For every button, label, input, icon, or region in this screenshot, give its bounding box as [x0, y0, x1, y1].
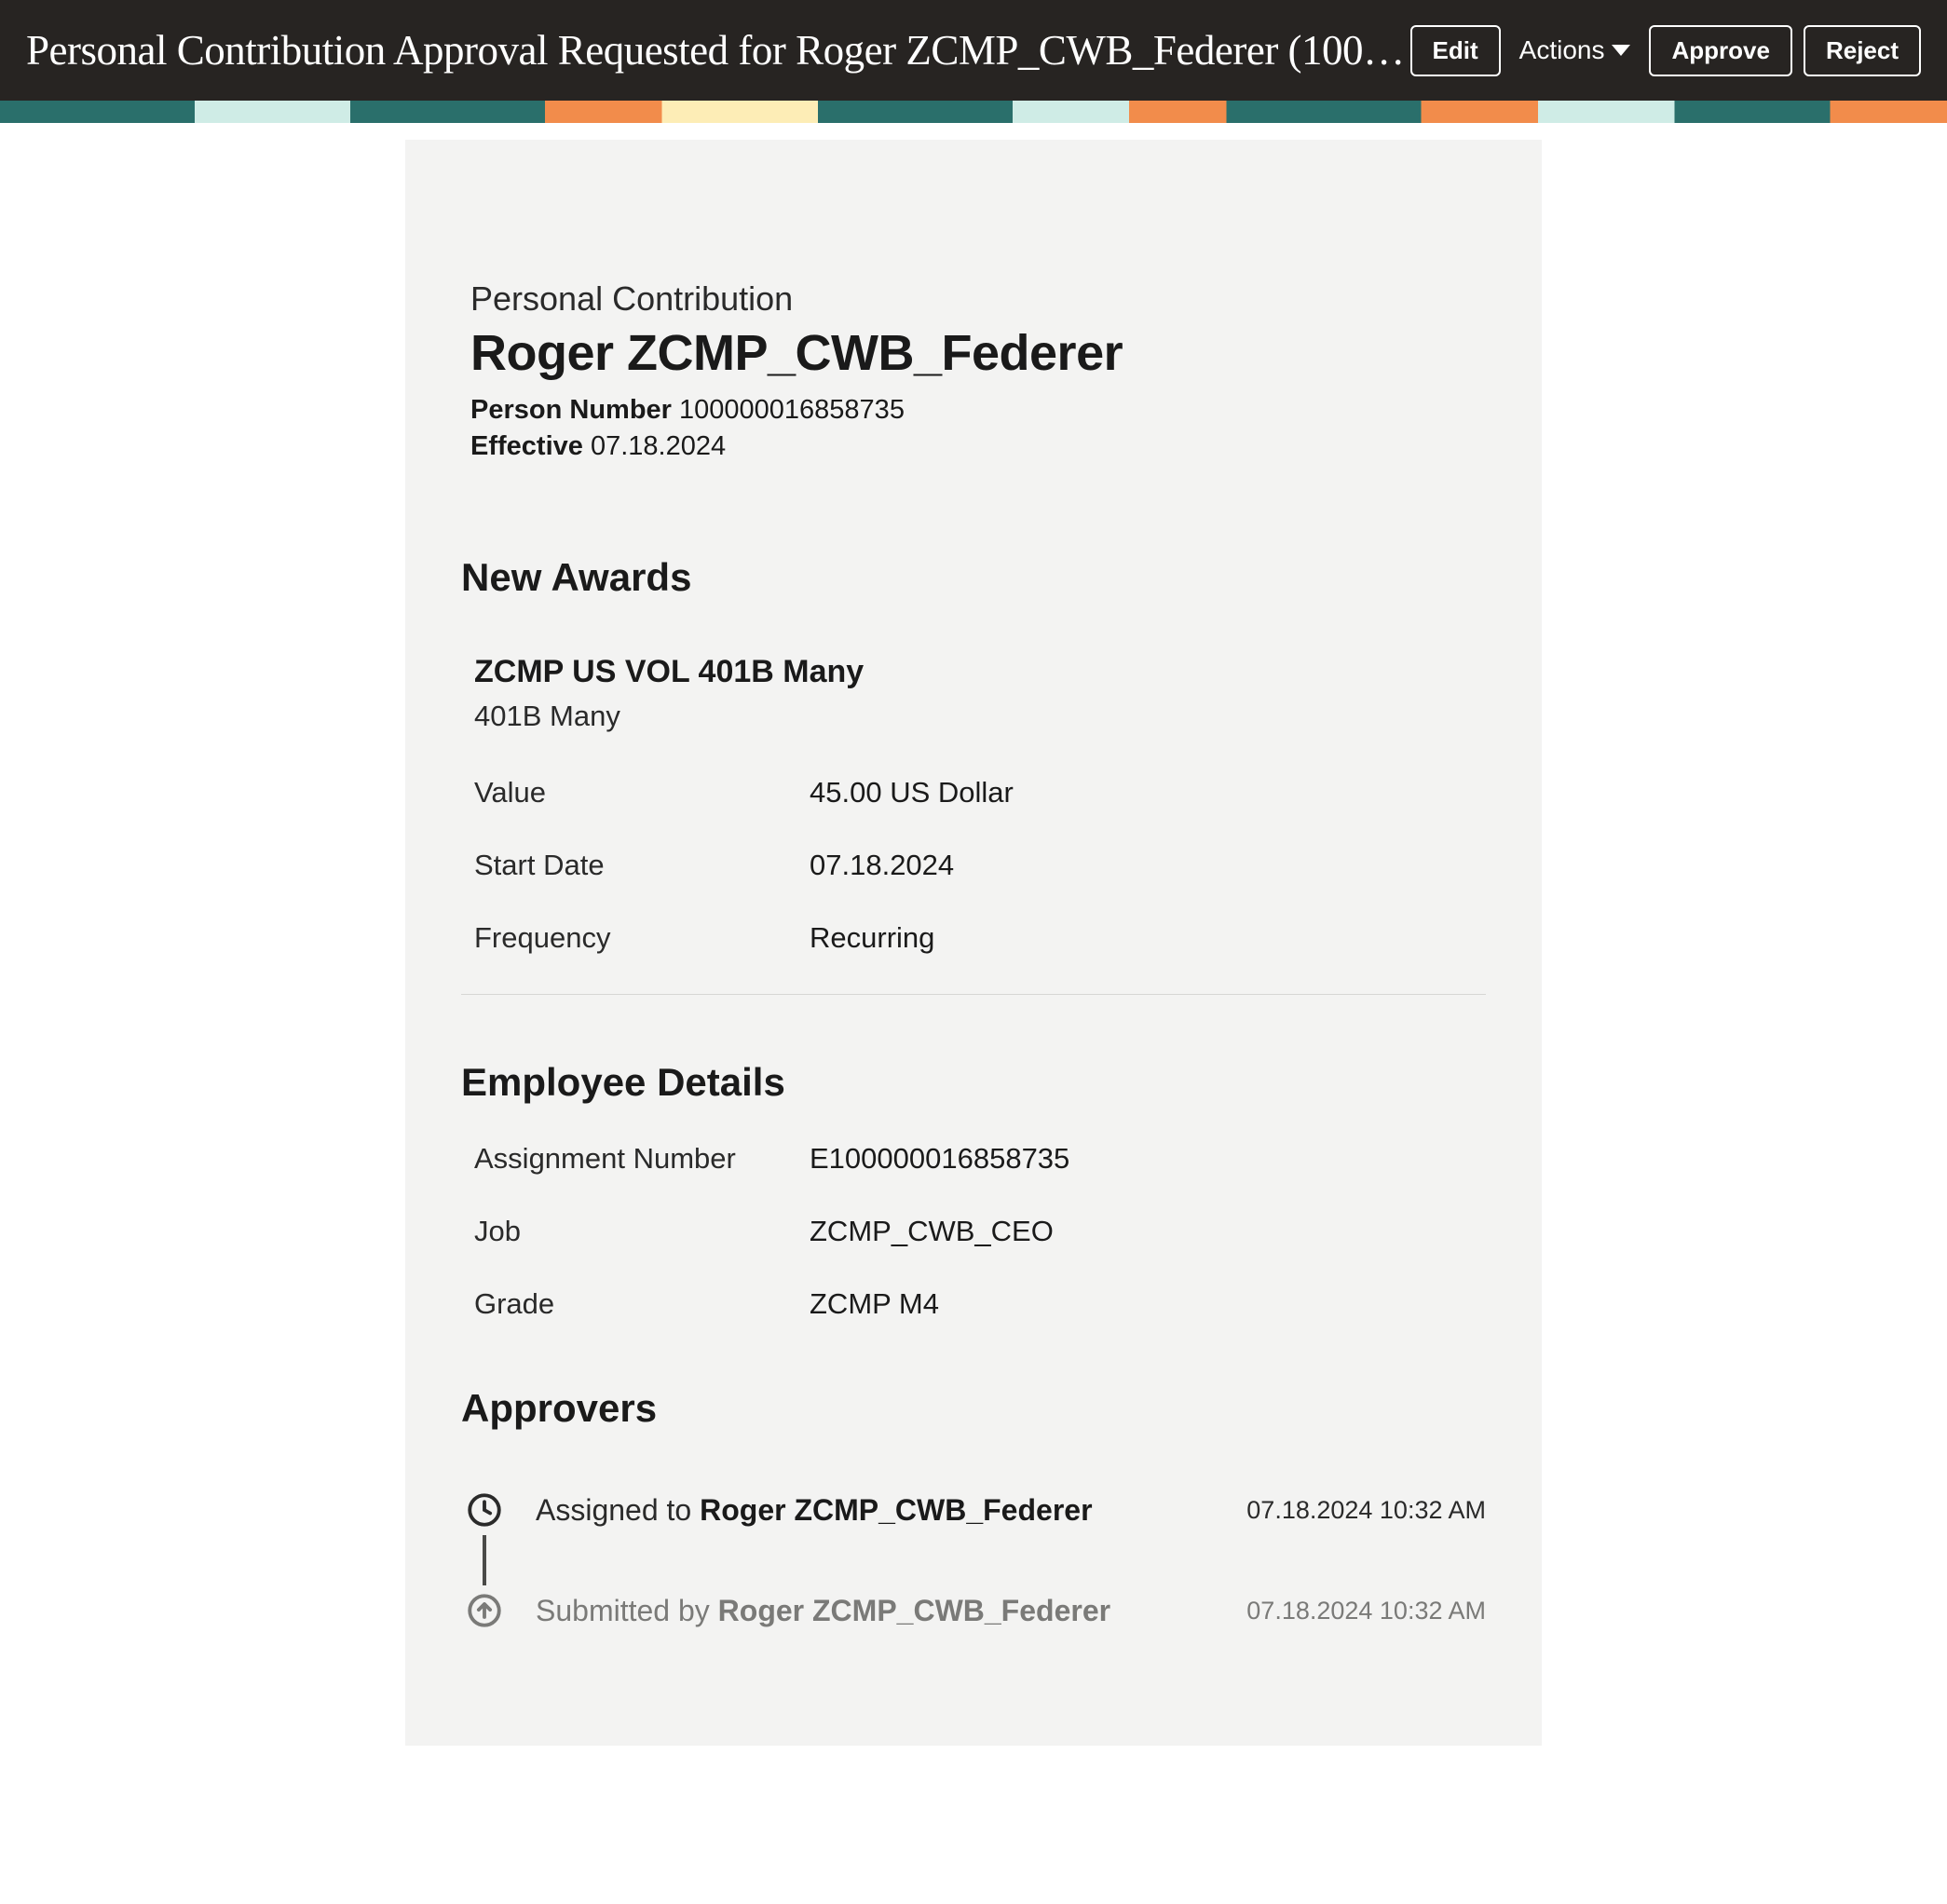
assigned-timestamp: 07.18.2024 10:32 AM [1246, 1496, 1486, 1525]
section-approvers: Approvers [461, 1386, 1486, 1431]
employee-row-value: ZCMP M4 [810, 1287, 939, 1321]
employee-row-label: Grade [474, 1287, 810, 1321]
effective-value: 07.18.2024 [591, 431, 726, 461]
content-card: Personal Contribution Roger ZCMP_CWB_Fed… [405, 140, 1542, 1746]
person-number-line: Person Number 100000016858735 [461, 395, 1486, 426]
approver-assigned: Assigned to Roger ZCMP_CWB_Federer 07.18… [465, 1487, 1486, 1533]
employee-row-value: ZCMP_CWB_CEO [810, 1215, 1054, 1248]
employee-row-value: E100000016858735 [810, 1142, 1069, 1176]
employee-row-label: Job [474, 1215, 810, 1248]
upload-icon [465, 1591, 504, 1630]
actions-label: Actions [1519, 35, 1605, 65]
section-employee-details: Employee Details [461, 1060, 1486, 1105]
person-name: Roger ZCMP_CWB_Federer [461, 324, 1486, 382]
award-row-label: Value [474, 776, 810, 809]
topbar: Personal Contribution Approval Requested… [0, 0, 1947, 101]
effective-label: Effective [470, 431, 583, 461]
clock-icon [465, 1490, 504, 1530]
award-row: Value 45.00 US Dollar [461, 776, 1486, 809]
award-row-label: Frequency [474, 921, 810, 955]
submitted-prefix: Submitted by [536, 1594, 718, 1627]
topbar-actions: Edit Actions Approve Reject [1410, 25, 1921, 76]
employee-row: Grade ZCMP M4 [461, 1287, 1486, 1321]
submitted-timestamp: 07.18.2024 10:32 AM [1246, 1597, 1486, 1625]
divider [461, 994, 1486, 995]
award-row-label: Start Date [474, 849, 810, 882]
effective-line: Effective 07.18.2024 [461, 431, 1486, 462]
person-number-label: Person Number [470, 395, 672, 425]
employee-row-label: Assignment Number [474, 1142, 810, 1176]
award-name: ZCMP US VOL 401B Many [461, 654, 1486, 690]
employee-row: Job ZCMP_CWB_CEO [461, 1215, 1486, 1248]
approver-connector [483, 1535, 486, 1585]
approvers-list: Assigned to Roger ZCMP_CWB_Federer 07.18… [461, 1487, 1486, 1634]
approver-submitted: Submitted by Roger ZCMP_CWB_Federer 07.1… [465, 1587, 1486, 1634]
award-row-value: 07.18.2024 [810, 849, 954, 882]
approve-button[interactable]: Approve [1649, 25, 1791, 76]
assigned-name: Roger ZCMP_CWB_Federer [700, 1493, 1092, 1527]
chevron-down-icon [1612, 45, 1630, 56]
page-content: Personal Contribution Roger ZCMP_CWB_Fed… [0, 123, 1947, 1783]
award-row-value: 45.00 US Dollar [810, 776, 1014, 809]
reject-button[interactable]: Reject [1804, 25, 1921, 76]
award-row: Frequency Recurring [461, 921, 1486, 955]
approver-assigned-text: Assigned to Roger ZCMP_CWB_Federer [536, 1493, 1224, 1528]
edit-button[interactable]: Edit [1410, 25, 1501, 76]
section-new-awards: New Awards [461, 555, 1486, 600]
award-row: Start Date 07.18.2024 [461, 849, 1486, 882]
page-title: Personal Contribution Approval Requested… [26, 26, 1410, 75]
approver-submitted-text: Submitted by Roger ZCMP_CWB_Federer [536, 1594, 1224, 1628]
submitted-name: Roger ZCMP_CWB_Federer [718, 1594, 1110, 1627]
assigned-prefix: Assigned to [536, 1493, 700, 1527]
actions-dropdown[interactable]: Actions [1512, 35, 1639, 65]
person-number-value: 100000016858735 [679, 395, 905, 425]
award-sub: 401B Many [461, 700, 1486, 733]
contribution-subhead: Personal Contribution [461, 279, 1486, 319]
award-row-value: Recurring [810, 921, 934, 955]
decorative-banner [0, 101, 1947, 123]
employee-row: Assignment Number E100000016858735 [461, 1142, 1486, 1176]
